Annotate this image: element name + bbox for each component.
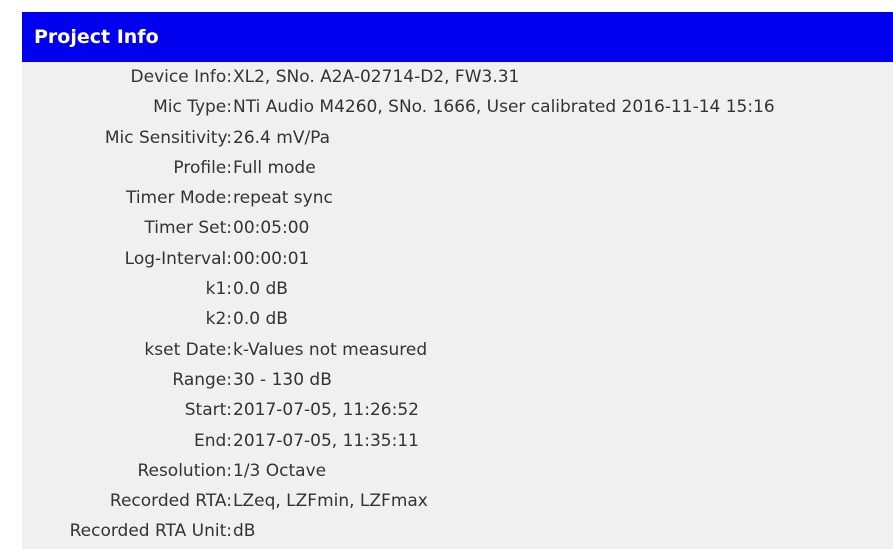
info-row-range: Range: 30 - 130 dB — [0, 365, 893, 395]
info-row-resolution: Resolution: 1/3 Octave — [0, 456, 893, 486]
info-row-mic-sensitivity: Mic Sensitivity: 26.4 mV/Pa — [0, 123, 893, 153]
timer-set-value: 00:05:00 — [233, 218, 310, 239]
section-header: Project Info — [22, 12, 893, 62]
info-row-kset-date: kset Date: k-Values not measured — [0, 335, 893, 365]
info-row-recorded-rta-unit: Recorded RTA Unit: dB — [0, 516, 893, 546]
profile-value: Full mode — [233, 157, 316, 178]
info-row-end: End: 2017-07-05, 11:35:11 — [0, 426, 893, 456]
info-row-log-interval: Log-Interval: 00:00:01 — [0, 244, 893, 274]
device-info-value: XL2, SNo. A2A-02714-D2, FW3.31 — [233, 67, 520, 87]
info-list: Device Info: XL2, SNo. A2A-02714-D2, FW3… — [0, 62, 893, 547]
log-interval-value: 00:00:01 — [233, 248, 310, 269]
range-label: Range: — [172, 369, 232, 390]
mic-sensitivity-label: Mic Sensitivity: — [104, 127, 232, 148]
info-row-recorded-rta: Recorded RTA: LZeq, LZFmin, LZFmax — [0, 486, 893, 516]
recorded-rta-value: LZeq, LZFmin, LZFmax — [233, 491, 428, 512]
info-row-timer-set: Timer Set: 00:05:00 — [0, 213, 893, 243]
k2-label: k2: — [205, 309, 232, 330]
info-row-profile: Profile: Full mode — [0, 153, 893, 183]
kset-date-label: kset Date: — [144, 339, 232, 360]
start-label: Start: — [184, 400, 232, 421]
project-info-panel: Project Info Device Info: XL2, SNo. A2A-… — [0, 0, 893, 549]
mic-type-label: Mic Type: — [153, 97, 232, 118]
resolution-value: 1/3 Octave — [233, 460, 327, 481]
info-row-mic-type: Mic Type: NTi Audio M4260, SNo. 1666, Us… — [0, 92, 893, 122]
device-info-label: Device Info: — [130, 67, 232, 87]
info-row-timer-mode: Timer Mode: repeat sync — [0, 183, 893, 213]
timer-mode-label: Timer Mode: — [125, 188, 232, 209]
info-row-device-info: Device Info: XL2, SNo. A2A-02714-D2, FW3… — [0, 62, 893, 92]
range-value: 30 - 130 dB — [233, 369, 332, 390]
recorded-rta-unit-label: Recorded RTA Unit: — [69, 521, 232, 542]
log-interval-label: Log-Interval: — [124, 248, 232, 269]
recorded-rta-label: Recorded RTA: — [109, 491, 232, 512]
info-row-start: Start: 2017-07-05, 11:26:52 — [0, 395, 893, 425]
resolution-label: Resolution: — [137, 460, 232, 481]
mic-sensitivity-value: 26.4 mV/Pa — [233, 127, 331, 148]
end-value: 2017-07-05, 11:35:11 — [233, 430, 419, 451]
panel-top-margin — [0, 0, 893, 12]
section-title: Project Info — [34, 26, 159, 48]
end-label: End: — [193, 430, 232, 451]
profile-label: Profile: — [173, 157, 232, 178]
kset-date-value: k-Values not measured — [233, 339, 428, 360]
timer-set-label: Timer Set: — [144, 218, 232, 239]
k2-value: 0.0 dB — [233, 309, 288, 330]
start-value: 2017-07-05, 11:26:52 — [233, 400, 419, 421]
k1-label: k1: — [205, 279, 232, 300]
info-row-k2: k2: 0.0 dB — [0, 304, 893, 334]
k1-value: 0.0 dB — [233, 279, 288, 300]
info-row-k1: k1: 0.0 dB — [0, 274, 893, 304]
timer-mode-value: repeat sync — [233, 188, 333, 209]
mic-type-value: NTi Audio M4260, SNo. 1666, User calibra… — [233, 97, 775, 118]
recorded-rta-unit-value: dB — [233, 521, 256, 542]
